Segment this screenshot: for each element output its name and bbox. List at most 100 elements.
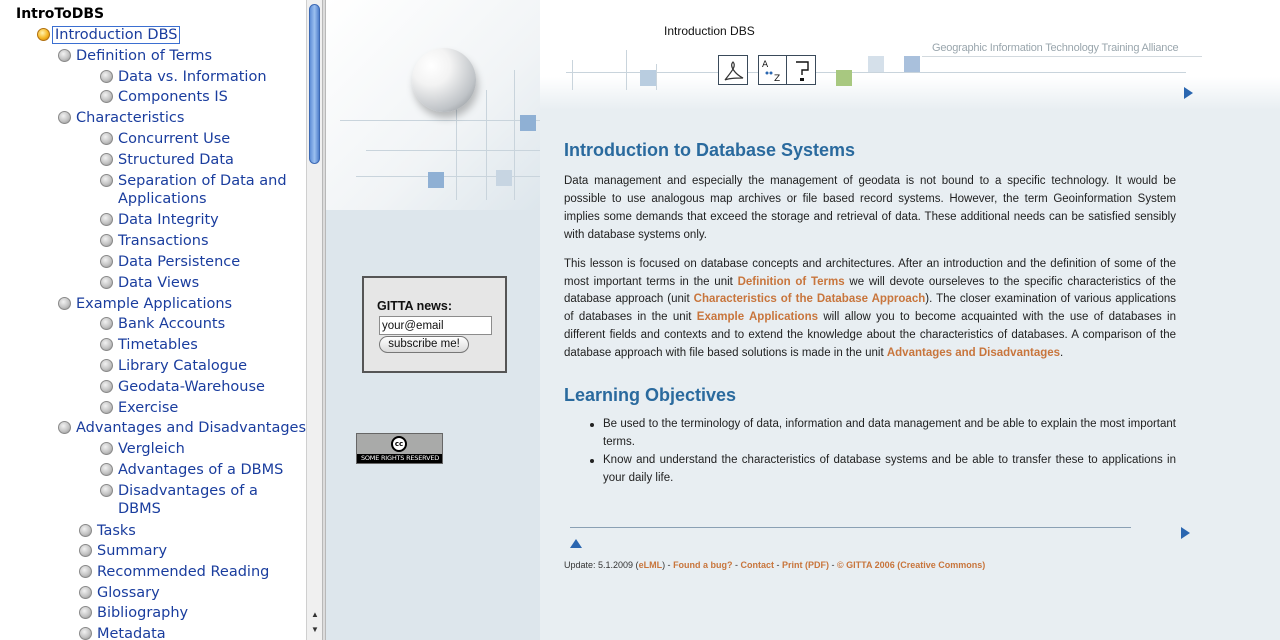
toc-item[interactable]: Definition of Terms [58,47,213,66]
toc-item[interactable]: Exercise [100,399,178,418]
bullet-icon [100,463,113,476]
decor-square [640,70,656,86]
bullet-icon [79,606,92,620]
toc-title: IntroToDBS [16,6,105,22]
toc-item-label: Advantages of a DBMS [118,462,284,478]
bullet-icon [100,69,113,83]
toc-item[interactable]: Recommended Reading [79,563,269,582]
toc-item-label: Data Views [118,274,200,291]
banner-organization: Geographic Information Technology Traini… [932,42,1179,54]
list-item: Be used to the terminology of data, info… [586,416,1176,452]
toc-item-label: Data Integrity [118,212,219,229]
toc-item[interactable]: Tasks [79,522,136,541]
toc-item-label: Advantages and Disadvantages [76,420,306,437]
toc-item[interactable]: Transactions [100,232,209,251]
toc-item[interactable]: Characteristics [58,109,185,128]
contact-link[interactable]: Contact [741,560,775,570]
toc-item[interactable]: Components IS [100,88,228,107]
decor-square [836,70,852,86]
toc-item[interactable]: Example Applications [58,295,233,314]
toc-item[interactable]: Bank Accounts [100,315,225,334]
banner-rule [922,56,1202,57]
toc-item-label: Metadata [97,626,166,640]
bullet-icon [58,48,71,62]
toc-item[interactable]: Bibliography [79,604,189,623]
toc-item[interactable]: Data Persistence [100,253,241,272]
toc-item[interactable]: Advantages of a DBMS [100,461,284,480]
bullet-icon [100,255,113,268]
scroll-down-icon[interactable]: ▼ [311,625,319,634]
eml-link[interactable]: eLML [639,560,663,570]
next-page-icon[interactable] [1184,87,1193,99]
link-characteristics[interactable]: Characteristics of the Database Approach [694,293,926,305]
toc-item[interactable]: Vergleich [100,440,185,459]
next-page-icon-bottom[interactable] [1181,527,1190,539]
bullet-icon [100,132,113,145]
banner-title: Introduction DBS [664,24,755,38]
toc-item-label: Glossary [97,584,160,601]
link-advantages-disadvantages[interactable]: Advantages and Disadvantages [887,347,1060,359]
toc-item-label: Timetables [118,337,198,354]
toc-item[interactable]: Advantages and Disadvantages [58,419,306,438]
bullet-icon [58,111,71,125]
toc-item[interactable]: Glossary [79,584,160,603]
bullet-icon [79,544,92,558]
bullet-icon [79,627,92,640]
svg-text:A: A [762,60,769,70]
toc-item[interactable]: Structured Data [100,151,234,170]
scroll-up-icon[interactable]: ▲ [311,610,319,619]
banner-background [540,0,1280,110]
decor-square [496,170,512,186]
toc-scrollbar[interactable]: ▲ ▼ [306,0,322,640]
subscribe-button[interactable]: subscribe me! [379,336,469,353]
toc-item-label: Example Applications [76,295,233,312]
print-link[interactable]: Print (PDF) [782,560,829,570]
active-bullet-icon [37,28,50,41]
toc-item[interactable]: Metadata [79,625,166,640]
page-title: Introduction to Database Systems [564,140,856,160]
link-example-applications[interactable]: Example Applications [697,311,818,323]
toc-item-label: Disadvantages of a [118,482,258,499]
creative-commons-badge[interactable]: cc SOME RIGHTS RESERVED [356,433,443,464]
glossary-icon[interactable]: A Z [758,55,788,85]
toc-item-label: Geodata-Warehouse [118,378,265,395]
toc-item-label: Vergleich [118,441,185,458]
bullet-icon [100,359,113,372]
toc-item[interactable]: Separation of Data and Applications [100,172,287,209]
link-definition-of-terms[interactable]: Definition of Terms [738,276,845,288]
toc-item[interactable]: Timetables [100,336,198,355]
help-icon[interactable] [786,55,816,85]
toc-item[interactable]: Concurrent Use [100,130,231,149]
back-to-top-icon[interactable] [570,539,582,548]
bullet-icon [100,338,113,352]
toc-item[interactable]: Data Views [100,274,200,293]
toc-item[interactable]: Disadvantages of a DBMS [100,482,258,519]
toc-item-label-line2: DBMS [118,501,161,518]
toc-item-label: Characteristics [76,110,185,127]
footer: Update: 5.1.2009 (eLML) - Found a bug? -… [564,560,986,570]
toc-item-label: Bibliography [97,605,189,622]
bullet-icon [100,213,113,227]
scrollbar-thumb[interactable] [309,4,320,164]
toc-item-label-line2: Applications [118,191,207,208]
toc-item-label: Data vs. Information [118,68,267,85]
toc-item[interactable]: Data vs. Information [100,68,267,87]
pdf-icon[interactable] [718,55,748,85]
objectives-list: Be used to the terminology of data, info… [586,416,1176,488]
toc-item[interactable]: Introduction DBS [37,26,181,45]
bottom-rule [570,527,1131,528]
toc-item-label: Separation of Data and [118,172,287,189]
toc-item[interactable]: Summary [79,542,167,561]
email-field[interactable] [379,316,492,335]
newsletter-label: GITTA news: [377,299,452,313]
copyright-link[interactable]: © GITTA 2006 (Creative Commons) [837,560,985,570]
toc-item[interactable]: Geodata-Warehouse [100,378,265,397]
toc-item-label: Data Persistence [118,254,241,270]
toc-item-label: Definition of Terms [76,47,213,64]
bug-link[interactable]: Found a bug? [673,560,732,570]
toc-item-label: Concurrent Use [118,131,231,147]
cc-badge-text: SOME RIGHTS RESERVED [360,454,440,462]
toc-item[interactable]: Data Integrity [100,211,219,230]
bullet-icon [79,565,92,578]
toc-item[interactable]: Library Catalogue [100,357,247,376]
